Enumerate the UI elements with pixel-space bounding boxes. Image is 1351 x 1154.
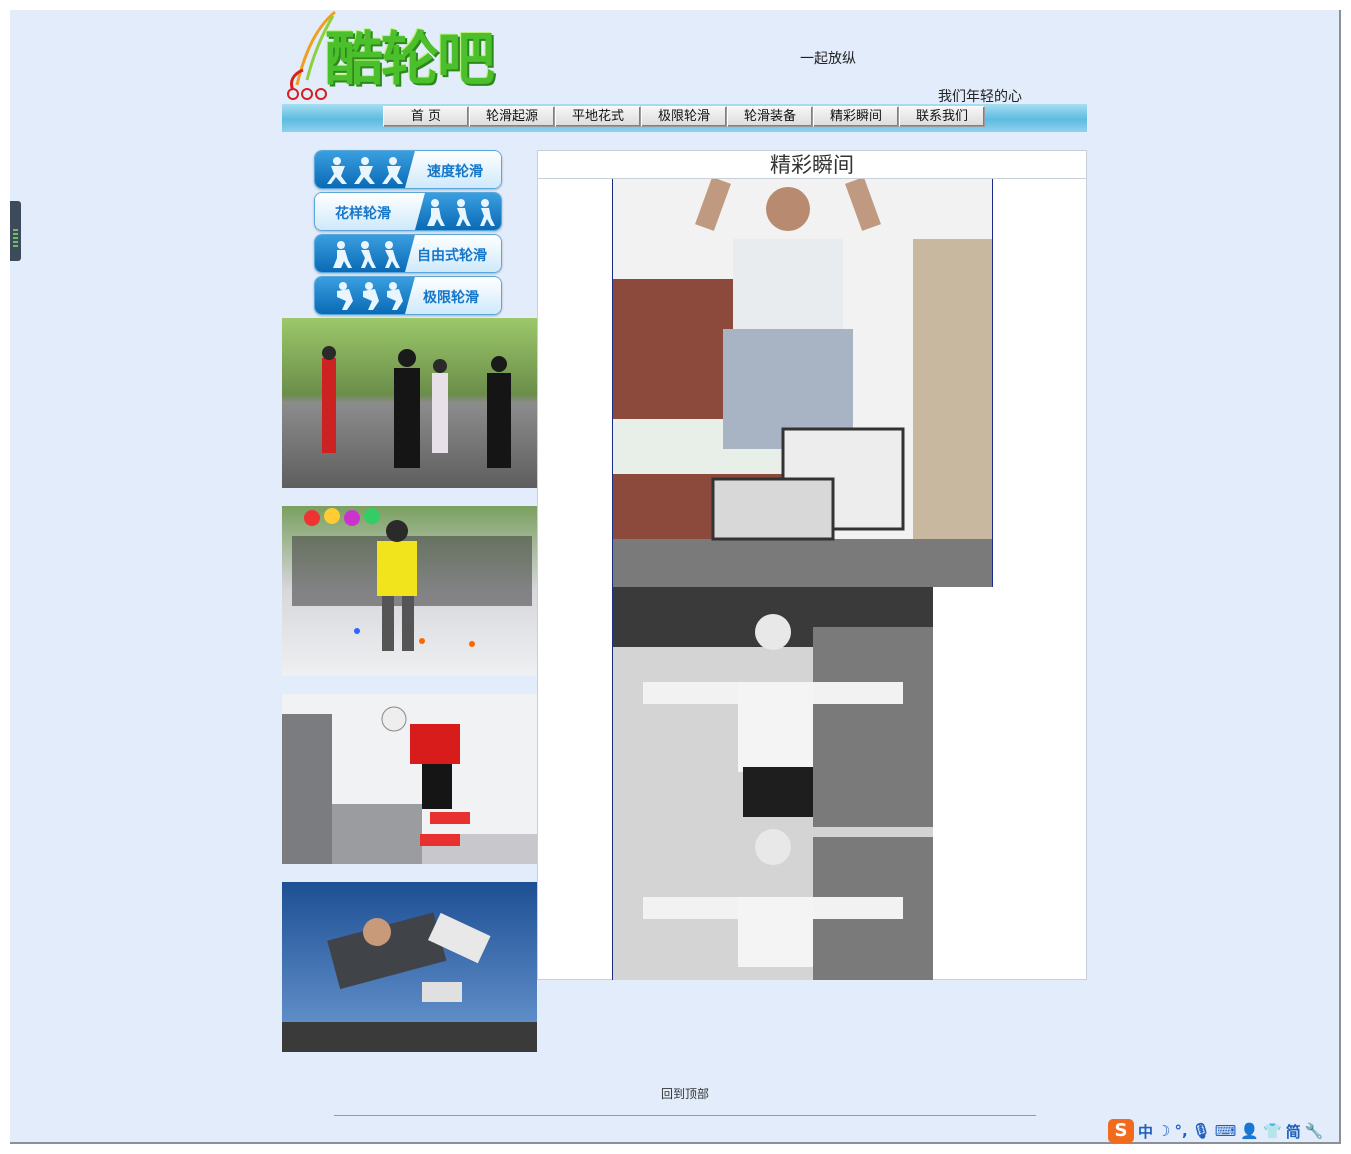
gallery-photo-street-skater <box>612 179 993 587</box>
ime-mode-toggle[interactable]: 中 <box>1138 1121 1153 1142</box>
footer-divider <box>334 1115 1036 1116</box>
nav-home[interactable]: 首 页 <box>383 106 469 127</box>
site-logo[interactable]: 酷轮吧 <box>283 10 518 100</box>
main-nav-bar: 首 页 轮滑起源 平地花式 极限轮滑 轮滑装备 精彩瞬间 联系我们 <box>282 104 1087 132</box>
main-nav: 首 页 轮滑起源 平地花式 极限轮滑 轮滑装备 精彩瞬间 联系我们 <box>383 106 985 127</box>
punctuation-icon[interactable]: °, <box>1174 1122 1187 1140</box>
skater-silhouettes-icon <box>327 157 403 184</box>
highlights-panel: 精彩瞬间 <box>537 150 1087 980</box>
ime-simplified-toggle[interactable]: 简 <box>1286 1121 1301 1142</box>
category-label: 极限轮滑 <box>423 290 479 306</box>
category-speed-skating-button[interactable]: 速度轮滑 <box>314 150 502 189</box>
skater-silhouettes-icon <box>333 241 400 268</box>
panel-title: 精彩瞬间 <box>538 151 1086 179</box>
slogan-line-2: 我们年轻的心 <box>938 89 1022 105</box>
category-figure-skating-button[interactable]: 花样轮滑 <box>314 192 502 231</box>
microphone-icon[interactable]: 🎙 <box>1192 1122 1211 1140</box>
group-skating-photo <box>282 318 537 488</box>
back-to-top-link[interactable]: 回到顶部 <box>661 1085 709 1102</box>
user-icon[interactable]: 👤 <box>1240 1122 1259 1140</box>
skatepark-trick-photo <box>282 882 537 1052</box>
slalom-skating-photo <box>282 506 537 676</box>
side-panel-handle[interactable] <box>10 201 21 261</box>
category-freestyle-skating-button[interactable]: 自由式轮滑 <box>314 234 502 273</box>
aerial-jump-photo <box>282 694 537 864</box>
ime-toolbar: S 中 ☽ °, 🎙 ⌨ 👤 👕 简 🔧 <box>1108 1118 1323 1144</box>
wrench-icon[interactable]: 🔧 <box>1305 1122 1324 1140</box>
logo-text: 酷轮吧 <box>325 25 495 93</box>
gallery-photo-girl-balancing <box>612 587 933 980</box>
nav-highlights[interactable]: 精彩瞬间 <box>813 106 899 127</box>
category-label: 花样轮滑 <box>335 206 391 222</box>
ime-logo-icon[interactable]: S <box>1108 1119 1134 1143</box>
keyboard-icon[interactable]: ⌨ <box>1215 1122 1237 1140</box>
category-label: 速度轮滑 <box>427 164 483 180</box>
slogan-line-1: 一起放纵 <box>800 51 856 67</box>
skater-silhouettes-icon <box>337 282 403 310</box>
skater-silhouettes-icon <box>427 199 495 226</box>
category-extreme-skating-button[interactable]: 极限轮滑 <box>314 276 502 315</box>
nav-equipment[interactable]: 轮滑装备 <box>727 106 813 127</box>
nav-flatland[interactable]: 平地花式 <box>555 106 641 127</box>
nav-contact[interactable]: 联系我们 <box>899 106 985 127</box>
skin-shirt-icon[interactable]: 👕 <box>1263 1122 1282 1140</box>
moon-icon[interactable]: ☽ <box>1157 1122 1170 1140</box>
nav-extreme[interactable]: 极限轮滑 <box>641 106 727 127</box>
category-label: 自由式轮滑 <box>417 248 487 264</box>
nav-origin[interactable]: 轮滑起源 <box>469 106 555 127</box>
